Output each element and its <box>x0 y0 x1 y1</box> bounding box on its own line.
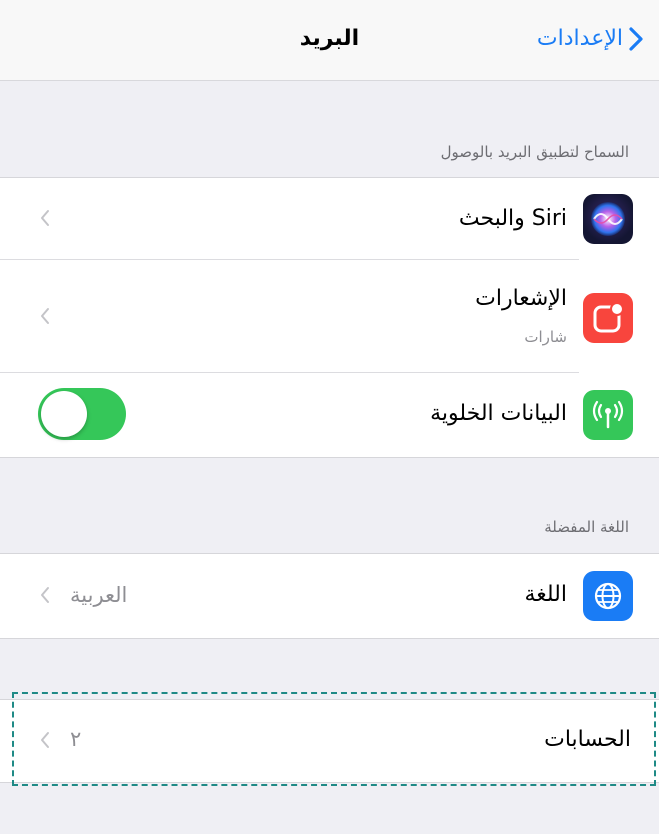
notifications-label: الإشعارات <box>475 286 567 311</box>
chevron-right-icon <box>629 26 643 51</box>
chevron-left-icon <box>41 308 49 324</box>
chevron-left-icon <box>41 732 49 748</box>
back-button-label: الإعدادات <box>536 26 623 51</box>
cellular-data-row: البيانات الخلوية <box>0 373 659 457</box>
notifications-row[interactable]: الإشعارات شارات <box>0 260 659 373</box>
notifications-icon <box>583 293 633 343</box>
siri-search-row[interactable]: Siri والبحث <box>0 178 659 260</box>
language-value: العربية <box>70 583 128 607</box>
accounts-row[interactable]: الحسابات ٢ <box>0 700 659 782</box>
back-button[interactable]: الإعدادات <box>537 26 643 51</box>
navigation-bar: البريد الإعدادات <box>0 0 659 81</box>
siri-icon <box>583 194 633 244</box>
language-row[interactable]: اللغة العربية <box>0 554 659 638</box>
accounts-settings-group: الحسابات ٢ <box>0 699 659 783</box>
section-header-language: اللغة المفضلة <box>544 518 629 536</box>
language-label: اللغة <box>524 582 567 607</box>
globe-icon <box>583 571 633 621</box>
language-settings-group: اللغة العربية <box>0 553 659 639</box>
siri-search-label: Siri والبحث <box>458 206 567 231</box>
accounts-count: ٢ <box>70 727 82 751</box>
chevron-left-icon <box>41 587 49 603</box>
chevron-left-icon <box>41 210 49 226</box>
section-header-access: السماح لتطبيق البريد بالوصول <box>440 143 629 161</box>
cellular-data-label: البيانات الخلوية <box>430 401 567 426</box>
cellular-icon <box>583 390 633 440</box>
cellular-data-toggle[interactable] <box>38 388 126 440</box>
notifications-sublabel: شارات <box>524 328 567 346</box>
access-settings-group: Siri والبحث الإشعارات شارات البيانات الخ… <box>0 177 659 458</box>
toggle-knob <box>41 391 87 437</box>
accounts-label: الحسابات <box>544 727 631 752</box>
